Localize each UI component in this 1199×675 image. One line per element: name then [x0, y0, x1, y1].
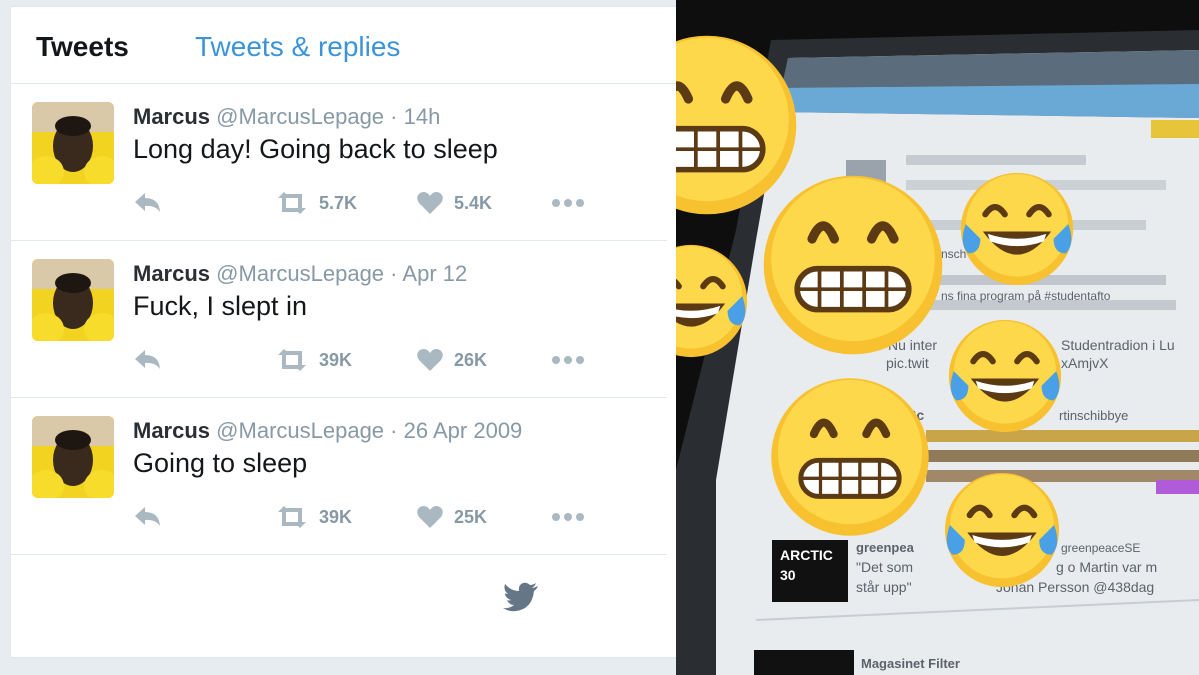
avatar[interactable]	[32, 416, 114, 498]
reply-icon	[135, 350, 160, 369]
retweet-icon	[278, 349, 306, 371]
like-button[interactable]: 26K	[416, 345, 487, 375]
tweet-text: Going to sleep	[133, 448, 308, 478]
more-icon	[552, 199, 584, 207]
screen-text: 30	[780, 567, 796, 583]
like-count: 5.4K	[454, 192, 493, 213]
tweet-actions: 39K 25K	[133, 502, 603, 532]
screen-text: ns fina program på #studentafto	[941, 289, 1111, 303]
tweet-actions: 39K 26K	[133, 345, 603, 375]
reply-button[interactable]	[133, 502, 163, 532]
tweet-text: Fuck, I slept in	[133, 291, 308, 321]
tweet-item[interactable]: Marcus @MarcusLepage · Apr 12 Fuck, I sl…	[11, 241, 667, 398]
reply-icon	[135, 193, 160, 212]
more-icon	[552, 356, 584, 364]
tweet-text: Long day! Going back to sleep	[133, 134, 498, 164]
avatar[interactable]	[32, 102, 114, 184]
timeline-card: Tweets Tweets & replies Marcus @MarcusLe…	[10, 6, 676, 658]
screen-text: Magasinet Filter	[861, 656, 960, 671]
separator: ·	[390, 418, 398, 443]
tears-of-joy-emoji	[960, 172, 1074, 286]
avatar-photo	[32, 102, 114, 184]
tweet-timestamp[interactable]: 26 Apr 2009	[404, 418, 523, 443]
grinning-face-emoji	[771, 378, 929, 536]
more-button[interactable]	[551, 502, 585, 532]
retweet-count: 5.7K	[319, 192, 358, 213]
author-name[interactable]: Marcus	[133, 261, 210, 286]
twitter-bird-icon[interactable]	[503, 582, 539, 617]
grinning-face-emoji	[763, 175, 943, 355]
author-handle[interactable]: @MarcusLepage	[216, 261, 384, 286]
tablet-photo: Nu inter Studentradion i Lu pic.twit xAm…	[676, 0, 1199, 675]
separator: ·	[390, 104, 398, 129]
screen-text: g o Martin var m	[1056, 559, 1157, 575]
bird-glyph	[503, 582, 538, 612]
author-handle[interactable]: @MarcusLepage	[216, 104, 384, 129]
screen-text: greenpea	[856, 540, 915, 555]
like-button[interactable]: 25K	[416, 502, 487, 532]
tears-of-joy-emoji	[676, 244, 748, 358]
heart-icon	[417, 192, 443, 214]
retweet-count: 39K	[319, 506, 353, 527]
tweet-timestamp[interactable]: 14h	[404, 104, 441, 129]
reply-icon	[135, 507, 160, 526]
tweet-item[interactable]: Marcus @MarcusLepage · 26 Apr 2009 Going…	[11, 398, 667, 555]
retweet-icon	[278, 192, 306, 214]
screen-text: greenpeaceSE	[1061, 541, 1140, 555]
screen-text: "Det som	[856, 559, 913, 575]
more-button[interactable]	[551, 345, 585, 375]
tears-of-joy-emoji	[944, 472, 1060, 588]
more-button[interactable]	[551, 188, 585, 218]
retweet-count: 39K	[319, 349, 353, 370]
screen-text: Studentradion i Lu	[1061, 337, 1175, 353]
avatar[interactable]	[32, 259, 114, 341]
more-icon	[552, 513, 584, 521]
heart-icon	[417, 506, 443, 528]
tears-of-joy-emoji	[948, 319, 1062, 433]
tweet-header: Marcus @MarcusLepage · 14h	[133, 104, 440, 130]
tab-tweets[interactable]: Tweets	[36, 31, 129, 63]
avatar-photo	[32, 259, 114, 341]
like-button[interactable]: 5.4K	[416, 188, 492, 218]
tweet-actions: 5.7K 5.4K	[133, 188, 603, 218]
screen-text: står upp"	[856, 579, 912, 595]
heart-icon	[417, 349, 443, 371]
tweet-timestamp[interactable]: Apr 12	[402, 261, 467, 286]
retweet-button[interactable]: 39K	[275, 502, 352, 532]
author-name[interactable]: Marcus	[133, 104, 210, 129]
tweet-header: Marcus @MarcusLepage · Apr 12	[133, 261, 467, 287]
retweet-button[interactable]: 39K	[275, 345, 352, 375]
profile-tabs: Tweets Tweets & replies	[11, 7, 676, 84]
like-count: 26K	[454, 349, 488, 370]
reply-button[interactable]	[133, 188, 163, 218]
author-handle[interactable]: @MarcusLepage	[216, 418, 384, 443]
separator: ·	[390, 261, 398, 286]
author-name[interactable]: Marcus	[133, 418, 210, 443]
screen-text: xAmjvX	[1061, 355, 1109, 371]
retweet-button[interactable]: 5.7K	[275, 188, 357, 218]
retweet-icon	[278, 506, 306, 528]
avatar-photo	[32, 416, 114, 498]
twitter-timeline: Tweets Tweets & replies Marcus @MarcusLe…	[0, 0, 676, 675]
tweet-item[interactable]: Marcus @MarcusLepage · 14h Long day! Goi…	[11, 84, 667, 241]
screen-text: ARCTIC	[780, 547, 833, 563]
screen-text: rtinschibbye	[1059, 408, 1128, 423]
tab-tweets-and-replies[interactable]: Tweets & replies	[195, 31, 400, 63]
reply-button[interactable]	[133, 345, 163, 375]
like-count: 25K	[454, 506, 488, 527]
tweet-header: Marcus @MarcusLepage · 26 Apr 2009	[133, 418, 522, 444]
